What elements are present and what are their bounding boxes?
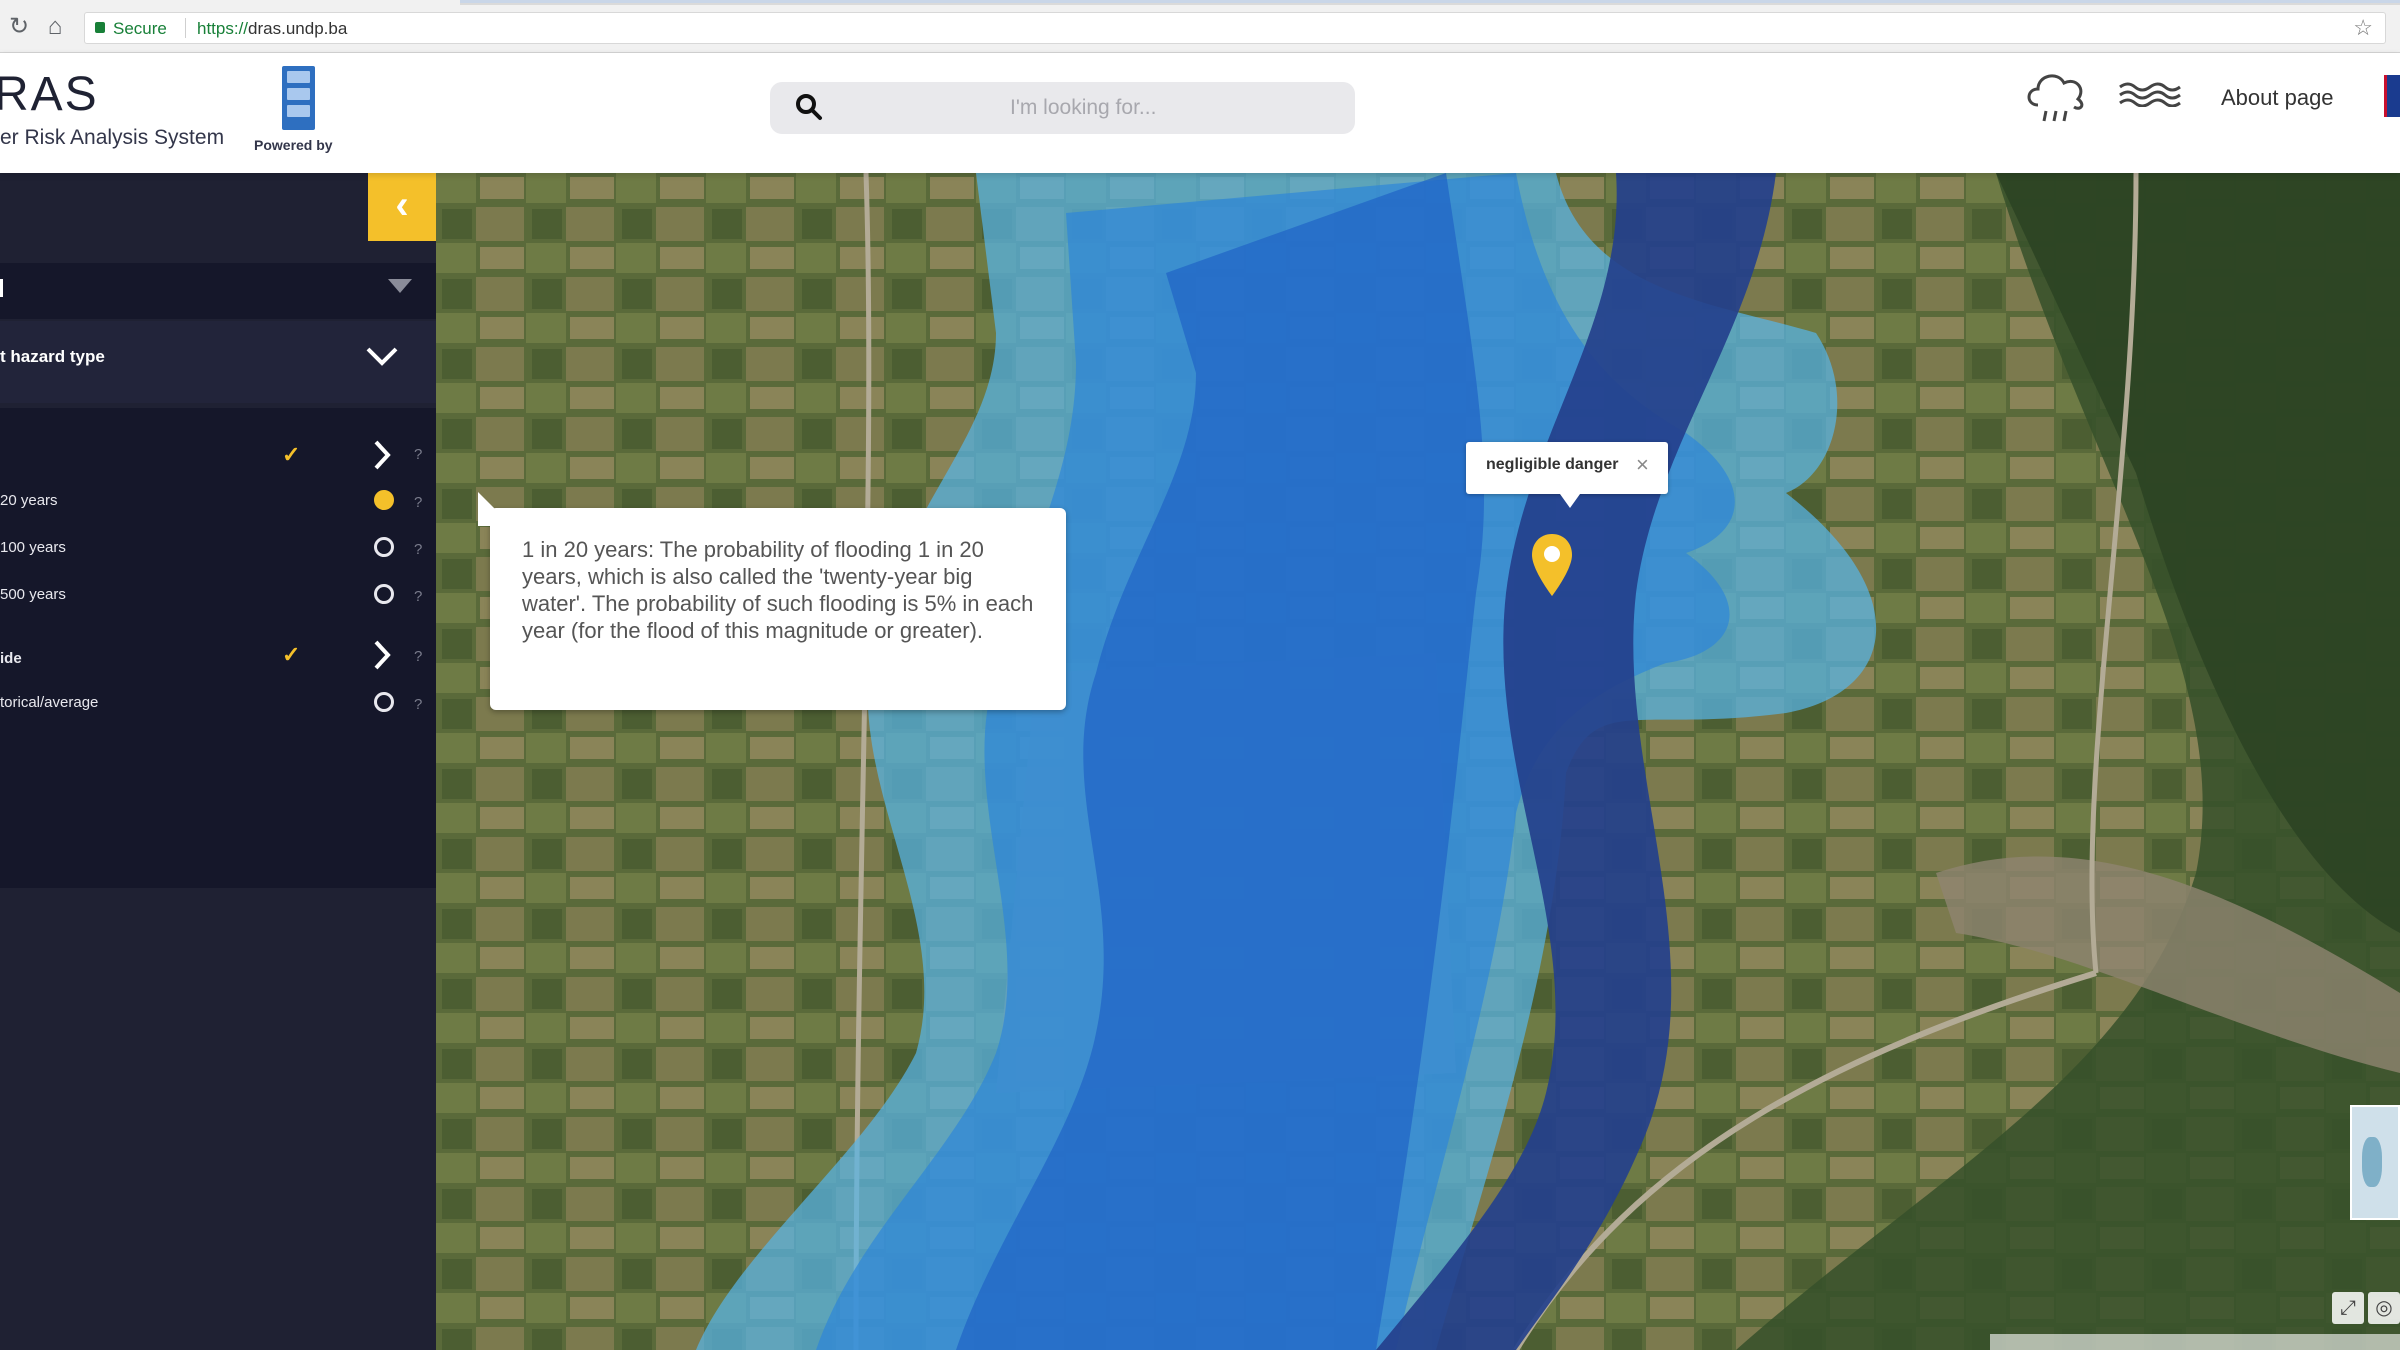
layer-radio[interactable]: [374, 692, 394, 712]
bookmark-star-icon[interactable]: ☆: [2353, 15, 2373, 41]
search-icon[interactable]: [794, 92, 824, 122]
weather-cloud-icon[interactable]: [2024, 67, 2090, 125]
overview-minimap[interactable]: [2350, 1105, 2400, 1220]
language-flag-icon[interactable]: [2384, 75, 2400, 117]
popup-text: negligible danger: [1486, 456, 1619, 473]
layer-radio[interactable]: [374, 537, 394, 557]
caret-down-icon[interactable]: [388, 279, 412, 293]
tooltip-tail: [478, 492, 512, 526]
search-bar[interactable]: I'm looking for...: [770, 82, 1355, 134]
browser-chrome: ↻ ⌂ Secure https://dras.undp.ba ☆: [0, 0, 2400, 53]
layer-item-label: 500 years: [0, 586, 66, 603]
help-icon[interactable]: ?: [414, 648, 422, 665]
map-canvas[interactable]: 1 in 20 years: The probability of floodi…: [436, 173, 2400, 1350]
layer-radio-selected[interactable]: [374, 490, 394, 510]
brand-title[interactable]: RAS: [0, 67, 99, 122]
layer-info-tooltip: 1 in 20 years: The probability of floodi…: [478, 492, 1066, 710]
chevron-right-icon[interactable]: [370, 438, 394, 472]
url-text: https://dras.undp.ba: [197, 19, 347, 39]
lock-icon: [95, 22, 105, 33]
layer-sidebar: ‹ t hazard type ✓ ? 20 years ? 100 years: [0, 173, 436, 1350]
secure-label: Secure: [113, 19, 167, 38]
reload-icon[interactable]: ↻: [6, 14, 32, 40]
close-icon[interactable]: ×: [1636, 452, 1649, 478]
flood-waves-icon[interactable]: [2118, 81, 2182, 107]
address-separator: [185, 18, 186, 38]
tab-strip: [0, 0, 2400, 5]
brand-subtitle: er Risk Analysis System: [0, 126, 225, 149]
hazard-layer-list: ✓ ? 20 years ? 100 years ? 500 years ? i…: [0, 408, 436, 888]
popup-tail: [1560, 494, 1580, 508]
hazard-group-label: ide: [0, 650, 22, 667]
layer-radio[interactable]: [374, 584, 394, 604]
region-select-value: [0, 279, 3, 297]
url-host: dras.undp.ba: [248, 19, 348, 38]
check-icon: ✓: [282, 642, 301, 667]
help-icon[interactable]: ?: [414, 494, 422, 511]
layer-item-label: torical/average: [0, 694, 99, 711]
hazard-type-select[interactable]: t hazard type: [0, 321, 436, 403]
check-icon: ✓: [282, 442, 301, 467]
load-bar: [460, 0, 2400, 3]
help-icon[interactable]: ?: [414, 446, 422, 463]
undp-logo[interactable]: [282, 66, 315, 130]
powered-by-label: Powered by: [254, 137, 333, 153]
help-icon[interactable]: ?: [414, 696, 422, 713]
satellite-map[interactable]: [436, 173, 2400, 1350]
app-header: RAS er Risk Analysis System Powered by I…: [0, 53, 2400, 173]
layer-item-label: 20 years: [0, 492, 58, 509]
locate-icon[interactable]: ◎: [2368, 1292, 2400, 1324]
collapse-sidebar-button[interactable]: ‹: [368, 173, 436, 241]
chevron-down-icon[interactable]: [362, 341, 402, 371]
region-select[interactable]: [0, 263, 436, 319]
search-input[interactable]: I'm looking for...: [1010, 96, 1156, 120]
danger-popup[interactable]: negligible danger ×: [1466, 442, 1668, 508]
map-attribution[interactable]: [1990, 1334, 2400, 1350]
hazard-type-label: t hazard type: [0, 347, 105, 366]
address-bar[interactable]: Secure https://dras.undp.ba ☆: [84, 12, 2386, 44]
chevron-right-icon[interactable]: [370, 638, 394, 672]
about-page-link[interactable]: About page: [2221, 85, 2334, 111]
fullscreen-icon[interactable]: ⤢: [2332, 1292, 2364, 1324]
help-icon[interactable]: ?: [414, 588, 422, 605]
map-pin-icon[interactable]: [1530, 532, 1574, 598]
home-icon[interactable]: ⌂: [42, 14, 68, 40]
url-scheme: https://: [197, 19, 249, 38]
tooltip-text: 1 in 20 years: The probability of floodi…: [522, 537, 1034, 643]
active-tab[interactable]: [0, 0, 460, 5]
help-icon[interactable]: ?: [414, 541, 422, 558]
layer-item-label: 100 years: [0, 539, 66, 556]
